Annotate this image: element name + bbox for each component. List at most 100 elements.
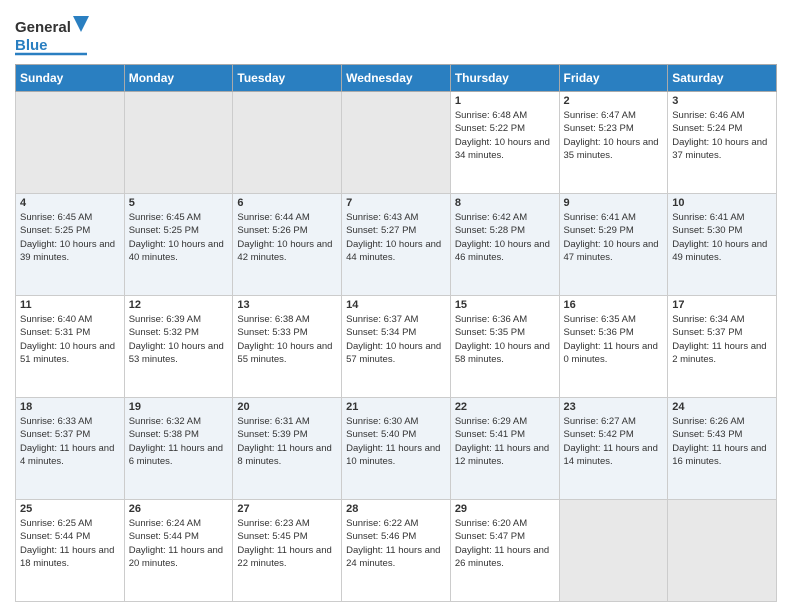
sunset-text: Sunset: 5:35 PM bbox=[455, 326, 555, 339]
sunset-text: Sunset: 5:42 PM bbox=[564, 428, 664, 441]
daylight-text: Daylight: 10 hours and 44 minutes. bbox=[346, 238, 446, 265]
logo: General Blue bbox=[15, 14, 105, 58]
calendar-cell: 29Sunrise: 6:20 AMSunset: 5:47 PMDayligh… bbox=[450, 500, 559, 602]
daylight-text: Daylight: 10 hours and 42 minutes. bbox=[237, 238, 337, 265]
sunrise-text: Sunrise: 6:23 AM bbox=[237, 517, 337, 530]
sunrise-text: Sunrise: 6:32 AM bbox=[129, 415, 229, 428]
sunset-text: Sunset: 5:32 PM bbox=[129, 326, 229, 339]
sunset-text: Sunset: 5:25 PM bbox=[20, 224, 120, 237]
day-number: 17 bbox=[672, 299, 772, 311]
sunset-text: Sunset: 5:44 PM bbox=[20, 530, 120, 543]
sunset-text: Sunset: 5:23 PM bbox=[564, 122, 664, 135]
col-friday: Friday bbox=[559, 65, 668, 92]
day-number: 16 bbox=[564, 299, 664, 311]
day-number: 26 bbox=[129, 503, 229, 515]
daylight-text: Daylight: 11 hours and 4 minutes. bbox=[20, 442, 120, 469]
sunrise-text: Sunrise: 6:22 AM bbox=[346, 517, 446, 530]
sunrise-text: Sunrise: 6:46 AM bbox=[672, 109, 772, 122]
calendar-cell bbox=[342, 92, 451, 194]
cell-content: Sunrise: 6:45 AMSunset: 5:25 PMDaylight:… bbox=[20, 211, 120, 264]
cell-content: Sunrise: 6:31 AMSunset: 5:39 PMDaylight:… bbox=[237, 415, 337, 468]
calendar-cell bbox=[16, 92, 125, 194]
calendar-cell: 1Sunrise: 6:48 AMSunset: 5:22 PMDaylight… bbox=[450, 92, 559, 194]
daylight-text: Daylight: 10 hours and 37 minutes. bbox=[672, 136, 772, 163]
day-number: 21 bbox=[346, 401, 446, 413]
week-row-1: 4Sunrise: 6:45 AMSunset: 5:25 PMDaylight… bbox=[16, 194, 777, 296]
calendar-cell: 11Sunrise: 6:40 AMSunset: 5:31 PMDayligh… bbox=[16, 296, 125, 398]
daylight-text: Daylight: 11 hours and 18 minutes. bbox=[20, 544, 120, 571]
col-thursday: Thursday bbox=[450, 65, 559, 92]
sunrise-text: Sunrise: 6:41 AM bbox=[564, 211, 664, 224]
calendar-cell: 17 Sunrise: 6:34 AMSunset: 5:37 PMDayligh… bbox=[668, 296, 777, 398]
cell-content: Sunrise: 6:37 AMSunset: 5:34 PMDaylight:… bbox=[346, 313, 446, 366]
daylight-text: Daylight: 11 hours and 6 minutes. bbox=[129, 442, 229, 469]
sunset-text: Sunset: 5:34 PM bbox=[346, 326, 446, 339]
sunset-text: Sunset: 5:27 PM bbox=[346, 224, 446, 237]
calendar-cell: 2Sunrise: 6:47 AMSunset: 5:23 PMDaylight… bbox=[559, 92, 668, 194]
daylight-text: Daylight: 11 hours and 0 minutes. bbox=[564, 340, 664, 367]
cell-content: Sunrise: 6:27 AMSunset: 5:42 PMDaylight:… bbox=[564, 415, 664, 468]
daylight-text: Daylight: 11 hours and 12 minutes. bbox=[455, 442, 555, 469]
day-number: 7 bbox=[346, 197, 446, 209]
daylight-text: Daylight: 10 hours and 55 minutes. bbox=[237, 340, 337, 367]
calendar-cell: 14Sunrise: 6:37 AMSunset: 5:34 PMDayligh… bbox=[342, 296, 451, 398]
cell-content: Sunrise: 6:33 AMSunset: 5:37 PMDaylight:… bbox=[20, 415, 120, 468]
cell-content: Sunrise: 6:24 AMSunset: 5:44 PMDaylight:… bbox=[129, 517, 229, 570]
sunset-text: Sunset: 5:24 PM bbox=[672, 122, 772, 135]
calendar-cell: 23Sunrise: 6:27 AMSunset: 5:42 PMDayligh… bbox=[559, 398, 668, 500]
daylight-text: Daylight: 11 hours and 26 minutes. bbox=[455, 544, 555, 571]
sunrise-text: Sunrise: 6:29 AM bbox=[455, 415, 555, 428]
day-number: 27 bbox=[237, 503, 337, 515]
daylight-text: Daylight: 10 hours and 46 minutes. bbox=[455, 238, 555, 265]
day-number: 6 bbox=[237, 197, 337, 209]
calendar-cell bbox=[124, 92, 233, 194]
calendar-cell bbox=[668, 500, 777, 602]
daylight-text: Daylight: 10 hours and 51 minutes. bbox=[20, 340, 120, 367]
calendar-cell: 8Sunrise: 6:42 AMSunset: 5:28 PMDaylight… bbox=[450, 194, 559, 296]
calendar-cell: 6 Sunrise: 6:44 AMSunset: 5:26 PMDaylight… bbox=[233, 194, 342, 296]
day-number: 10 bbox=[672, 197, 772, 209]
sunrise-text: Sunrise: 6:45 AM bbox=[20, 211, 120, 224]
week-row-2: 11Sunrise: 6:40 AMSunset: 5:31 PMDayligh… bbox=[16, 296, 777, 398]
week-row-0: 1Sunrise: 6:48 AMSunset: 5:22 PMDaylight… bbox=[16, 92, 777, 194]
page: General Blue Sunday Monday Tuesday Wedne… bbox=[0, 0, 792, 612]
sunrise-text: Sunrise: 6:43 AM bbox=[346, 211, 446, 224]
daylight-text: Daylight: 11 hours and 22 minutes. bbox=[237, 544, 337, 571]
sunset-text: Sunset: 5:37 PM bbox=[672, 326, 772, 339]
day-number: 29 bbox=[455, 503, 555, 515]
sunrise-text: Sunrise: 6:33 AM bbox=[20, 415, 120, 428]
calendar-cell: 18Sunrise: 6:33 AMSunset: 5:37 PMDayligh… bbox=[16, 398, 125, 500]
calendar-cell: 7 Sunrise: 6:43 AMSunset: 5:27 PMDaylight… bbox=[342, 194, 451, 296]
sunrise-text: Sunrise: 6:34 AM bbox=[672, 313, 772, 326]
cell-content: Sunrise: 6:22 AMSunset: 5:46 PMDaylight:… bbox=[346, 517, 446, 570]
day-number: 22 bbox=[455, 401, 555, 413]
daylight-text: Daylight: 11 hours and 10 minutes. bbox=[346, 442, 446, 469]
sunset-text: Sunset: 5:26 PM bbox=[237, 224, 337, 237]
cell-content: Sunrise: 6:36 AMSunset: 5:35 PMDaylight:… bbox=[455, 313, 555, 366]
sunset-text: Sunset: 5:41 PM bbox=[455, 428, 555, 441]
cell-content: Sunrise: 6:44 AMSunset: 5:26 PMDaylight:… bbox=[237, 211, 337, 264]
cell-content: Sunrise: 6:41 AMSunset: 5:29 PMDaylight:… bbox=[564, 211, 664, 264]
daylight-text: Daylight: 10 hours and 49 minutes. bbox=[672, 238, 772, 265]
sunrise-text: Sunrise: 6:38 AM bbox=[237, 313, 337, 326]
sunrise-text: Sunrise: 6:47 AM bbox=[564, 109, 664, 122]
sunset-text: Sunset: 5:38 PM bbox=[129, 428, 229, 441]
cell-content: Sunrise: 6:39 AMSunset: 5:32 PMDaylight:… bbox=[129, 313, 229, 366]
day-number: 12 bbox=[129, 299, 229, 311]
sunset-text: Sunset: 5:46 PM bbox=[346, 530, 446, 543]
cell-content: Sunrise: 6:45 AMSunset: 5:25 PMDaylight:… bbox=[129, 211, 229, 264]
cell-content: Sunrise: 6:26 AMSunset: 5:43 PMDaylight:… bbox=[672, 415, 772, 468]
cell-content: Sunrise: 6:34 AMSunset: 5:37 PMDaylight:… bbox=[672, 313, 772, 366]
cell-content: Sunrise: 6:30 AMSunset: 5:40 PMDaylight:… bbox=[346, 415, 446, 468]
day-number: 11 bbox=[20, 299, 120, 311]
daylight-text: Daylight: 10 hours and 53 minutes. bbox=[129, 340, 229, 367]
calendar-cell: 4Sunrise: 6:45 AMSunset: 5:25 PMDaylight… bbox=[16, 194, 125, 296]
cell-content: Sunrise: 6:47 AMSunset: 5:23 PMDaylight:… bbox=[564, 109, 664, 162]
cell-content: Sunrise: 6:41 AMSunset: 5:30 PMDaylight:… bbox=[672, 211, 772, 264]
sunset-text: Sunset: 5:45 PM bbox=[237, 530, 337, 543]
calendar-cell: 9Sunrise: 6:41 AMSunset: 5:29 PMDaylight… bbox=[559, 194, 668, 296]
logo-svg: General Blue bbox=[15, 14, 105, 58]
calendar-cell: 28Sunrise: 6:22 AMSunset: 5:46 PMDayligh… bbox=[342, 500, 451, 602]
svg-text:General: General bbox=[15, 19, 71, 36]
cell-content: Sunrise: 6:38 AMSunset: 5:33 PMDaylight:… bbox=[237, 313, 337, 366]
